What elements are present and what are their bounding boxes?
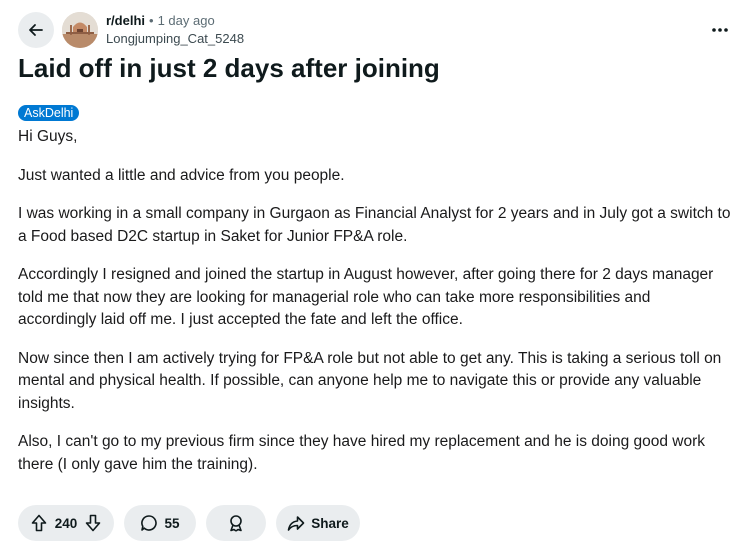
author-username[interactable]: Longjumping_Cat_5248 bbox=[106, 30, 244, 48]
arrow-left-icon bbox=[29, 24, 43, 36]
subreddit-avatar-image bbox=[62, 12, 98, 48]
downvote-button[interactable] bbox=[85, 514, 101, 532]
post-flair[interactable]: AskDelhi bbox=[18, 105, 80, 121]
award-icon bbox=[230, 515, 242, 532]
share-arrow-icon bbox=[287, 516, 305, 531]
subreddit-link[interactable]: r/delhi bbox=[106, 12, 145, 30]
post-paragraph: Now since then I am actively trying for … bbox=[18, 349, 722, 412]
post-body: Hi Guys, Just wanted a little and advice… bbox=[18, 126, 732, 492]
post-meta: r/delhi • 1 day ago Longjumping_Cat_5248 bbox=[106, 12, 244, 48]
more-options-button[interactable] bbox=[708, 18, 732, 42]
back-button[interactable] bbox=[18, 12, 54, 48]
comment-count: 55 bbox=[164, 515, 180, 531]
award-button[interactable] bbox=[206, 505, 266, 541]
vote-count: 240 bbox=[54, 515, 78, 531]
vote-control: 240 bbox=[18, 505, 114, 541]
post-paragraph: I was working in a small company in Gurg… bbox=[18, 205, 731, 245]
share-button[interactable]: Share bbox=[276, 505, 360, 541]
post-meta-top-row: r/delhi • 1 day ago bbox=[106, 12, 244, 30]
post-paragraph: Also, I can't go to my previous firm sin… bbox=[18, 433, 706, 473]
post-actions-bar: 240 55 Share bbox=[18, 505, 360, 541]
post-paragraph: Hi Guys, bbox=[18, 128, 78, 145]
comments-button[interactable]: 55 bbox=[124, 505, 196, 541]
post-paragraph: Accordingly I resigned and joined the st… bbox=[18, 266, 714, 328]
share-label: Share bbox=[311, 515, 349, 531]
subreddit-avatar[interactable] bbox=[62, 12, 98, 48]
post-time: 1 day ago bbox=[157, 13, 215, 28]
downvote-arrow-icon bbox=[85, 514, 101, 532]
more-horizontal-icon bbox=[712, 28, 728, 32]
meta-separator: • bbox=[149, 13, 154, 28]
post-title: Laid off in just 2 days after joining bbox=[18, 53, 440, 83]
comment-bubble-icon bbox=[141, 515, 158, 531]
post-paragraph: Just wanted a little and advice from you… bbox=[18, 166, 345, 184]
upvote-arrow-icon bbox=[31, 514, 47, 532]
upvote-button[interactable] bbox=[31, 514, 47, 532]
